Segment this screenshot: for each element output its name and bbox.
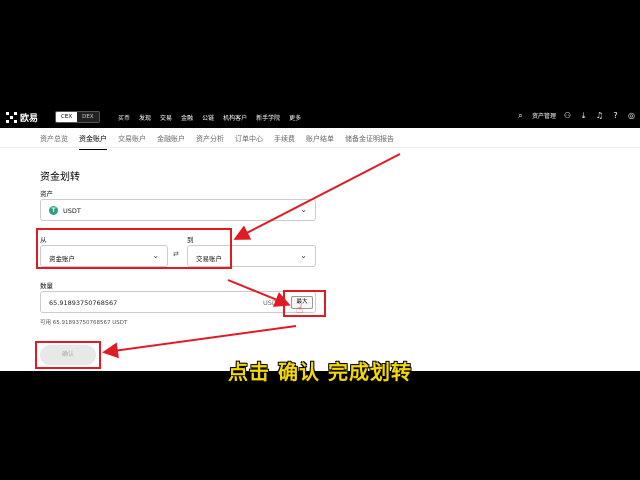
tab-divider	[0, 147, 640, 148]
menu-item-chain[interactable]: 公链	[202, 113, 214, 122]
cex-dex-toggle[interactable]: CEX DEX	[55, 111, 100, 123]
available-balance: 可用 65.91893750768567 USDT	[40, 320, 128, 326]
globe-icon[interactable]: ◎	[627, 111, 636, 120]
okx-logo-icon	[6, 112, 17, 123]
asset-value: USDT	[63, 207, 81, 215]
pointer-hand-icon: ☝	[296, 302, 304, 316]
search-icon[interactable]: ⌕	[516, 111, 525, 120]
usdt-icon: T	[49, 206, 58, 215]
video-letterbox-top	[0, 0, 640, 106]
menu-item-buy[interactable]: 买币	[118, 113, 130, 122]
page-title: 资金划转	[40, 172, 80, 183]
video-letterbox-bottom	[0, 371, 640, 480]
toggle-dex[interactable]: DEX	[77, 112, 99, 122]
quantity-unit: USD	[263, 299, 277, 307]
quantity-label: 数量	[40, 282, 53, 290]
quantity-input[interactable]: 65.91893750768567 USD	[40, 291, 316, 313]
menu-item-more[interactable]: 更多	[289, 113, 301, 122]
annotation-box-max	[283, 290, 326, 317]
logo[interactable]: 欧易	[6, 111, 38, 124]
menu-item-academy[interactable]: 新手学院	[256, 113, 280, 122]
menu-item-discover[interactable]: 发现	[139, 113, 151, 122]
quantity-value: 65.91893750768567	[49, 299, 118, 307]
download-icon[interactable]: ⤓	[579, 111, 588, 120]
bell-icon[interactable]: ♫	[595, 111, 604, 120]
menu-item-trade[interactable]: 交易	[160, 113, 172, 122]
main-menu: 买币 发现 交易 金融 公链 机构客户 新手学院 更多	[118, 113, 301, 122]
menu-item-institutional[interactable]: 机构客户	[223, 113, 247, 122]
asset-manage-link[interactable]: 资产管理	[532, 111, 556, 120]
toggle-cex[interactable]: CEX	[56, 112, 78, 122]
chevron-down-icon: ⌄	[300, 251, 307, 260]
top-navigation: 欧易 CEX DEX 买币 发现 交易 金融 公链 机构客户 新手学院 更多 ⌕…	[0, 106, 640, 128]
logo-text: 欧易	[20, 114, 39, 124]
menu-item-finance[interactable]: 金融	[181, 113, 193, 122]
chevron-down-icon: ⌄	[300, 205, 307, 214]
asset-select[interactable]: T USDT ⌄	[40, 199, 316, 221]
video-subtitle: 点击 确认 完成划转	[228, 360, 412, 384]
annotation-box-from-to	[36, 228, 232, 269]
asset-label: 资产	[40, 190, 53, 198]
user-icon[interactable]: ⚇	[563, 111, 572, 120]
nav-tools: ⌕ 资产管理 ⚇ ⤓ ♫ ? ◎	[516, 111, 636, 120]
help-icon[interactable]: ?	[611, 111, 620, 120]
